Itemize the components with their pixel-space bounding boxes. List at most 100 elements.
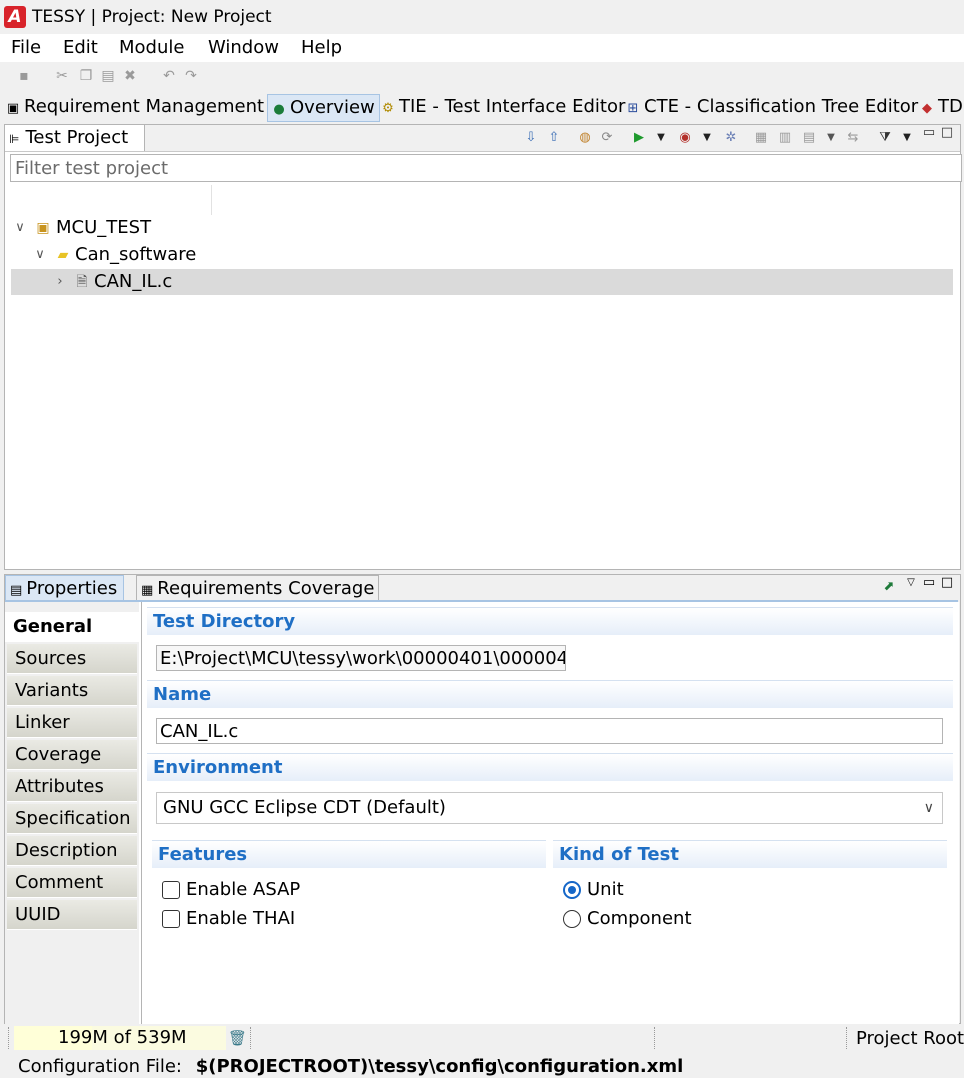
section-features: Features bbox=[152, 840, 546, 868]
trash-icon[interactable]: 🗑 bbox=[228, 1029, 247, 1047]
analyze-icon[interactable]: ◍ bbox=[577, 130, 593, 146]
unit-radio[interactable]: Unit bbox=[563, 878, 624, 902]
view-menu-icon[interactable]: ▽ bbox=[903, 575, 919, 591]
refresh-icon[interactable]: ⟳ bbox=[599, 130, 615, 146]
side-tab-sources[interactable]: Sources bbox=[7, 644, 137, 674]
side-tab-coverage[interactable]: Coverage bbox=[7, 740, 137, 770]
perspective-overview[interactable]: ● Overview bbox=[267, 94, 380, 122]
maximize-icon[interactable]: □ bbox=[939, 125, 955, 141]
chevron-down-icon[interactable]: ▼ bbox=[899, 130, 915, 146]
side-tab-general[interactable]: General bbox=[5, 612, 141, 642]
menu-module[interactable]: Module bbox=[119, 37, 184, 58]
side-tab-comment[interactable]: Comment bbox=[7, 868, 137, 898]
enable-thai-checkbox[interactable]: Enable THAI bbox=[162, 907, 295, 931]
test-project-view: ⊫ Test Project ⇩ ⇧ ◍ ⟳ ▶ ▼ ◉ ▼ ✲ ▦ ▥ ▤ ▼ … bbox=[4, 124, 962, 570]
c-file-icon: 🗎 bbox=[76, 274, 88, 290]
run-icon[interactable]: ▶ bbox=[631, 130, 647, 146]
menu-window[interactable]: Window bbox=[208, 37, 279, 58]
perspective-tie[interactable]: ⚙ TIE - Test Interface Editor bbox=[381, 94, 625, 120]
report-icon[interactable]: ▦ bbox=[753, 130, 769, 146]
undo-icon[interactable]: ↶ bbox=[161, 68, 177, 84]
tree-divider bbox=[211, 185, 212, 215]
perspective-label: Overview bbox=[290, 97, 375, 118]
tree-item-label: CAN_IL.c bbox=[94, 271, 173, 292]
td-icon: ◆ bbox=[922, 101, 932, 116]
tab-properties[interactable]: ▤ Properties bbox=[5, 575, 125, 601]
section-environment: Environment bbox=[147, 753, 953, 781]
chevron-right-icon[interactable]: › bbox=[53, 269, 67, 295]
save-icon[interactable]: ▪ bbox=[16, 68, 32, 84]
chevron-down-icon[interactable]: ▼ bbox=[823, 130, 839, 146]
name-field[interactable]: CAN_IL.c bbox=[156, 718, 943, 744]
side-tab-linker[interactable]: Linker bbox=[7, 708, 137, 738]
import-icon[interactable]: ⇩ bbox=[523, 130, 539, 146]
chevron-down-icon[interactable]: ∨ bbox=[13, 215, 27, 241]
chevron-down-icon: ∨ bbox=[923, 800, 934, 816]
enable-asap-checkbox[interactable]: Enable ASAP bbox=[162, 878, 300, 902]
pin-icon[interactable]: ⬈ bbox=[881, 579, 897, 595]
separator bbox=[654, 1027, 656, 1049]
chevron-down-icon[interactable]: ▼ bbox=[653, 130, 669, 146]
maximize-icon[interactable]: □ bbox=[939, 575, 955, 591]
paste-icon[interactable]: ▤ bbox=[100, 68, 116, 84]
checkbox-label: Enable THAI bbox=[186, 908, 296, 929]
test-directory-field[interactable]: E:\Project\MCU\tessy\work\00000401\00000… bbox=[156, 645, 566, 671]
copy-icon[interactable]: ❐ bbox=[78, 68, 94, 84]
tab-label: Properties bbox=[26, 578, 118, 599]
menu-file[interactable]: File bbox=[11, 37, 41, 58]
window-title: TESSY | Project: New Project bbox=[32, 7, 272, 27]
config-label: Configuration File: bbox=[18, 1056, 182, 1077]
tessy-logo-icon: A bbox=[4, 6, 26, 28]
title-bar: A TESSY | Project: New Project bbox=[0, 0, 964, 34]
side-tab-uuid[interactable]: UUID bbox=[7, 900, 137, 930]
filter-icon[interactable]: ⧩ bbox=[877, 130, 893, 146]
chevron-down-icon[interactable]: ▼ bbox=[699, 130, 715, 146]
minimize-icon[interactable]: ▭ bbox=[921, 125, 937, 141]
grid-icon: ▦ bbox=[141, 583, 154, 598]
tree-item-can-il-c[interactable]: › 🗎 CAN_IL.c bbox=[11, 269, 953, 295]
tab-requirements-coverage[interactable]: ▦ Requirements Coverage bbox=[136, 575, 380, 601]
side-tab-variants[interactable]: Variants bbox=[7, 676, 137, 706]
perspective-td[interactable]: ◆ TD bbox=[920, 94, 963, 120]
tree-item-can-software[interactable]: ∨ ▰ Can_software bbox=[11, 242, 953, 268]
config-value: $(PROJECTROOT)\tessy\config\configuratio… bbox=[195, 1056, 684, 1077]
coverage-icon[interactable]: ◉ bbox=[677, 130, 693, 146]
perspective-cte[interactable]: ⊞ CTE - Classification Tree Editor bbox=[626, 94, 919, 120]
checkbox-label: Enable ASAP bbox=[186, 879, 301, 900]
tree-item-label: MCU_TEST bbox=[56, 217, 152, 238]
component-radio[interactable]: Component bbox=[563, 907, 692, 931]
perspective-label: TIE - Test Interface Editor bbox=[399, 96, 626, 117]
side-tab-specification[interactable]: Specification bbox=[7, 804, 137, 834]
cut-icon[interactable]: ✂ bbox=[54, 68, 70, 84]
radio-label: Unit bbox=[587, 879, 624, 900]
perspective-requirement-management[interactable]: ▣ Requirement Management bbox=[6, 94, 264, 120]
tab-label: Requirements Coverage bbox=[157, 578, 375, 599]
link-icon[interactable]: ⇆ bbox=[845, 130, 861, 146]
status-bar: 199M of 539M 🗑 Project Root: bbox=[0, 1024, 964, 1054]
minimize-icon[interactable]: ▭ bbox=[921, 575, 937, 591]
side-tab-list: General Sources Variants Linker Coverage… bbox=[5, 602, 141, 1024]
test-project-header: ⊫ Test Project ⇩ ⇧ ◍ ⟳ ▶ ▼ ◉ ▼ ✲ ▦ ▥ ▤ ▼ … bbox=[5, 125, 960, 152]
delete-icon[interactable]: ✖ bbox=[122, 68, 138, 84]
report-icon[interactable]: ▤ bbox=[801, 130, 817, 146]
section-test-directory: Test Directory bbox=[147, 607, 953, 635]
cte-icon: ⊞ bbox=[627, 101, 639, 116]
export-icon[interactable]: ⇧ bbox=[546, 130, 562, 146]
heap-status[interactable]: 199M of 539M bbox=[14, 1026, 226, 1050]
environment-select[interactable]: GNU GCC Eclipse CDT (Default) ∨ bbox=[156, 792, 943, 824]
redo-icon[interactable]: ↷ bbox=[183, 68, 199, 84]
report-icon[interactable]: ▥ bbox=[777, 130, 793, 146]
chevron-down-icon[interactable]: ∨ bbox=[33, 242, 47, 268]
main-toolbar: ▪ ✂ ❐ ▤ ✖ ↶ ↷ bbox=[0, 62, 964, 92]
tab-test-project[interactable]: ⊫ Test Project bbox=[5, 125, 146, 151]
side-tab-attributes[interactable]: Attributes bbox=[7, 772, 137, 802]
separator bbox=[846, 1027, 848, 1049]
menu-edit[interactable]: Edit bbox=[63, 37, 98, 58]
radio-unselected bbox=[563, 910, 581, 928]
tie-icon: ⚙ bbox=[382, 101, 394, 116]
settings-icon[interactable]: ✲ bbox=[723, 130, 739, 146]
menu-help[interactable]: Help bbox=[301, 37, 342, 58]
tree-item-mcu-test[interactable]: ∨ ▣ MCU_TEST bbox=[11, 215, 953, 241]
side-tab-description[interactable]: Description bbox=[7, 836, 137, 866]
filter-input[interactable] bbox=[10, 154, 962, 182]
